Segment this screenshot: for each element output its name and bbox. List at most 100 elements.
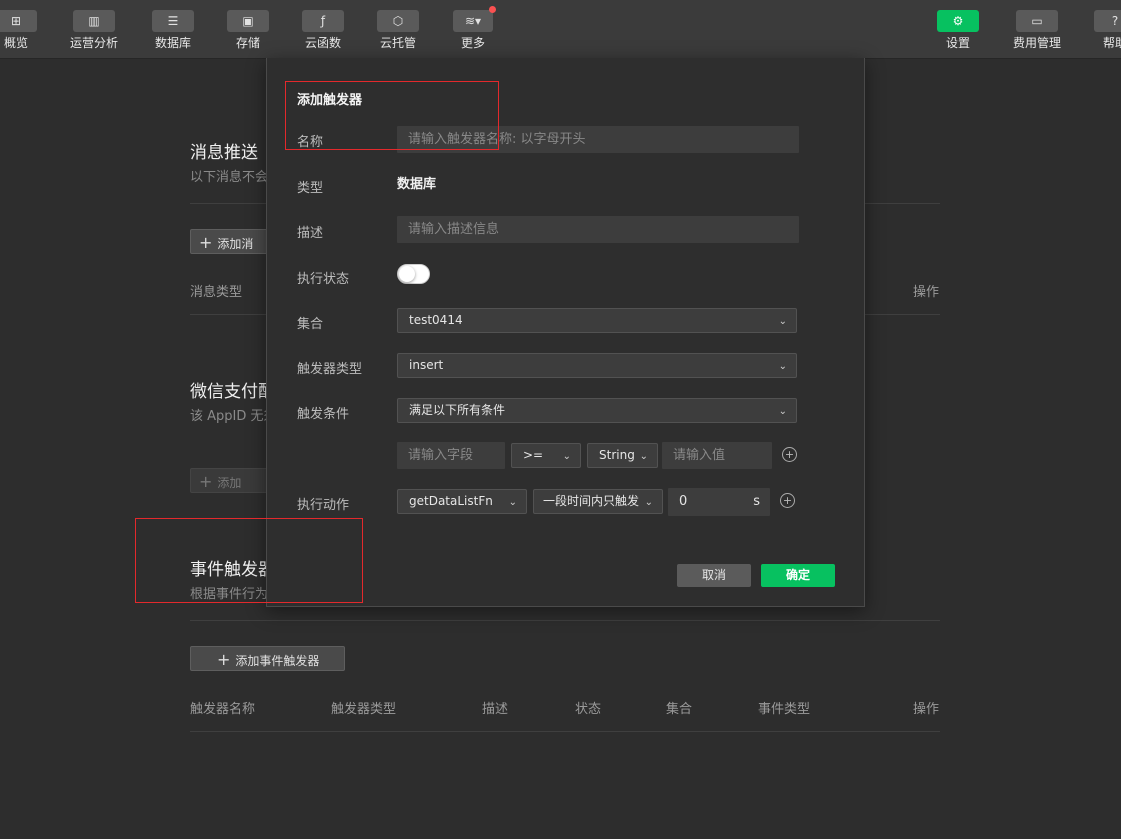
- toolbar-overview-label: 概览: [3, 36, 28, 50]
- toolbar-settings-label: 设置: [945, 36, 970, 50]
- condition-select[interactable]: 满足以下所有条件 ⌄: [397, 398, 797, 423]
- toolbar-billing-label: 费用管理: [1012, 36, 1061, 50]
- collection-value: test0414: [409, 313, 463, 327]
- action-mode-value: 一段时间内只触发: [543, 494, 640, 508]
- add-push-label: 添加消: [217, 237, 254, 251]
- trigger-header-type: 触发器类型: [331, 702, 397, 717]
- highlight-box-trigger-section: [135, 518, 363, 603]
- divider: [190, 731, 940, 732]
- chevron-down-icon: ⌄: [508, 497, 517, 508]
- database-icon: ☰: [152, 10, 194, 32]
- collection-label: 集合: [297, 317, 324, 332]
- interval-input[interactable]: 0s: [668, 488, 770, 516]
- action-function-value: getDataListFn: [409, 494, 493, 508]
- pay-section-subtitle: 该 AppID 无须: [190, 409, 277, 424]
- toolbar-more[interactable]: ≋▾ 更多: [433, 6, 513, 51]
- trigger-type-select[interactable]: insert ⌄: [397, 353, 797, 378]
- trigger-header-event: 事件类型: [758, 702, 811, 717]
- add-pay-button[interactable]: + 添加: [190, 468, 270, 493]
- toolbar-settings[interactable]: ⚙ 设置: [918, 10, 998, 51]
- value-type-select[interactable]: String ⌄: [587, 443, 658, 468]
- push-section-subtitle: 以下消息不会: [190, 170, 269, 185]
- toolbar-billing[interactable]: ▭ 费用管理: [997, 10, 1077, 51]
- trigger-header-desc: 描述: [482, 702, 509, 717]
- type-value: 数据库: [397, 177, 437, 192]
- plus-icon: +: [199, 472, 213, 491]
- toolbar-help-label: 帮助: [1102, 36, 1121, 50]
- toolbar-storage[interactable]: ▣ 存储: [208, 10, 288, 51]
- chevron-down-icon: ⌄: [778, 361, 787, 372]
- condition-label: 触发条件: [297, 407, 350, 422]
- top-toolbar: ⊞ 概览 ▥ 运营分析 ☰ 数据库 ▣ 存储 ƒ 云函数 ⬡ 云托管 ≋▾ 更多…: [0, 0, 1121, 59]
- toolbar-analytics[interactable]: ▥ 运营分析: [54, 10, 134, 51]
- action-mode-select[interactable]: 一段时间内只触发 ⌄: [533, 489, 663, 514]
- function-icon: ƒ: [302, 10, 344, 32]
- add-trigger-button[interactable]: + 添加事件触发器: [190, 646, 345, 671]
- status-label: 执行状态: [297, 272, 350, 287]
- chevron-down-icon: ⌄: [778, 316, 787, 327]
- add-push-button[interactable]: + 添加消: [190, 229, 270, 254]
- grid-icon: ⊞: [0, 10, 37, 32]
- add-trigger-label: 添加事件触发器: [235, 654, 320, 668]
- toolbar-database-label: 数据库: [154, 36, 191, 50]
- confirm-button[interactable]: 确定: [761, 564, 835, 587]
- pay-section-title: 微信支付配: [190, 382, 275, 402]
- action-function-select[interactable]: getDataListFn ⌄: [397, 489, 527, 514]
- push-header-type: 消息类型: [190, 285, 243, 300]
- description-input[interactable]: 请输入描述信息: [397, 216, 799, 243]
- value-input[interactable]: 请输入值: [662, 442, 772, 469]
- toolbar-overview[interactable]: ⊞ 概览: [0, 10, 56, 51]
- trigger-type-value: insert: [409, 358, 444, 372]
- cube-icon: ⬡: [377, 10, 419, 32]
- layers-glyph: ≋▾: [464, 14, 482, 28]
- gear-icon: ⚙: [937, 10, 979, 32]
- condition-value: 满足以下所有条件: [409, 403, 506, 417]
- toolbar-database[interactable]: ☰ 数据库: [133, 10, 213, 51]
- toolbar-cloud-hosting-label: 云托管: [379, 36, 416, 50]
- trigger-header-name: 触发器名称: [190, 702, 256, 717]
- trigger-type-label: 触发器类型: [297, 362, 363, 377]
- trigger-header-op: 操作: [913, 702, 940, 717]
- bar-chart-icon: ▥: [73, 10, 115, 32]
- plus-icon: +: [217, 650, 231, 669]
- plus-icon: +: [199, 233, 213, 252]
- operator-select[interactable]: >= ⌄: [511, 443, 581, 468]
- cancel-button[interactable]: 取消: [677, 564, 751, 587]
- desc-label: 描述: [297, 226, 324, 241]
- toolbar-cloud-hosting[interactable]: ⬡ 云托管: [358, 10, 438, 51]
- highlight-box-dialog-title: [285, 81, 499, 150]
- push-section-title: 消息推送: [190, 143, 258, 163]
- chevron-down-icon: ⌄: [778, 406, 787, 417]
- layers-icon: ≋▾: [453, 6, 496, 32]
- chevron-down-icon: ⌄: [562, 451, 571, 462]
- add-action-icon[interactable]: +: [780, 493, 795, 508]
- interval-unit: s: [753, 494, 760, 509]
- help-icon: ?: [1094, 10, 1121, 32]
- operator-value: >=: [523, 448, 544, 462]
- toggle-knob: [399, 266, 415, 282]
- toolbar-analytics-label: 运营分析: [69, 36, 118, 50]
- trigger-header-status: 状态: [575, 702, 602, 717]
- action-label: 执行动作: [297, 498, 350, 513]
- add-condition-icon[interactable]: +: [782, 447, 797, 462]
- field-input[interactable]: 请输入字段: [397, 442, 505, 469]
- storage-icon: ▣: [227, 10, 269, 32]
- notification-dot: [489, 6, 496, 13]
- trigger-header-collection: 集合: [666, 702, 693, 717]
- push-header-op: 操作: [913, 285, 940, 300]
- chevron-down-icon: ⌄: [639, 451, 648, 462]
- toolbar-storage-label: 存储: [235, 36, 260, 50]
- toolbar-cloud-function[interactable]: ƒ 云函数: [283, 10, 363, 51]
- divider: [190, 620, 940, 621]
- collection-select[interactable]: test0414 ⌄: [397, 308, 797, 333]
- status-toggle[interactable]: [397, 264, 430, 284]
- billing-icon: ▭: [1016, 10, 1058, 32]
- toolbar-more-label: 更多: [460, 36, 485, 50]
- add-pay-label: 添加: [217, 476, 242, 490]
- value-type-value: String: [599, 448, 635, 462]
- type-label: 类型: [297, 181, 324, 196]
- interval-value: 0: [679, 494, 688, 509]
- chevron-down-icon: ⌄: [642, 491, 653, 513]
- toolbar-cloud-function-label: 云函数: [304, 36, 341, 50]
- toolbar-help[interactable]: ? 帮助: [1075, 10, 1121, 51]
